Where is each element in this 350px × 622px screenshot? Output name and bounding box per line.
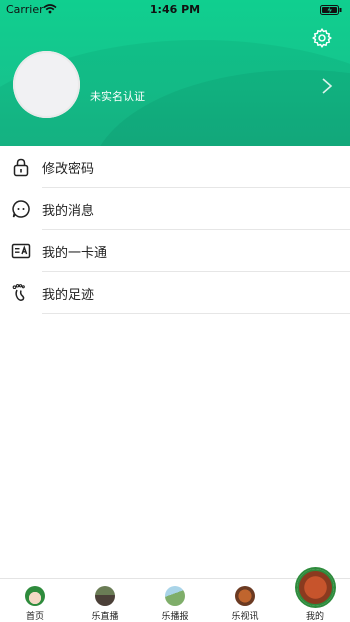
tab-video[interactable]: 乐视讯 bbox=[210, 579, 280, 622]
menu-item-label: 我的足迹 bbox=[42, 288, 95, 303]
tab-report[interactable]: 乐播报 bbox=[140, 579, 210, 622]
mine-tab-icon bbox=[297, 569, 334, 606]
menu-item-my-messages[interactable]: 我的消息 bbox=[0, 188, 350, 230]
message-icon bbox=[12, 200, 30, 218]
menu-item-label: 修改密码 bbox=[42, 162, 95, 177]
status-bar: Carrier 1:46 PM bbox=[0, 0, 350, 20]
tab-label: 我的 bbox=[305, 612, 324, 622]
battery-icon bbox=[320, 5, 342, 15]
tab-label: 乐播报 bbox=[161, 612, 189, 622]
menu-item-change-password[interactable]: 修改密码 bbox=[0, 146, 350, 188]
tab-mine[interactable]: 我的 bbox=[280, 569, 350, 622]
tab-label: 乐视讯 bbox=[231, 612, 259, 622]
bottom-tab-bar: 首页 乐直播 乐播报 乐视讯 我的 bbox=[0, 569, 350, 622]
live-tab-icon bbox=[95, 586, 115, 606]
chevron-right-icon[interactable] bbox=[320, 77, 334, 95]
menu-item-label: 我的消息 bbox=[42, 204, 95, 219]
video-tab-icon bbox=[235, 586, 255, 606]
profile-header: Carrier 1:46 PM 未实名认证 bbox=[0, 0, 350, 146]
lock-icon bbox=[13, 158, 29, 177]
menu-item-my-card[interactable]: 我的一卡通 bbox=[0, 230, 350, 272]
card-icon bbox=[11, 243, 31, 259]
tab-live[interactable]: 乐直播 bbox=[70, 579, 140, 622]
settings-menu: 修改密码 我的消息 我的一卡通 我的足迹 bbox=[0, 146, 350, 314]
home-tab-icon bbox=[25, 586, 45, 606]
verification-status[interactable]: 未实名认证 bbox=[90, 88, 145, 104]
footprint-icon bbox=[12, 284, 25, 301]
clock: 1:46 PM bbox=[149, 3, 201, 16]
report-tab-icon bbox=[165, 586, 185, 606]
settings-gear-icon[interactable] bbox=[311, 27, 333, 49]
tab-label: 首页 bbox=[25, 612, 44, 622]
avatar[interactable] bbox=[13, 51, 80, 118]
menu-item-label: 我的一卡通 bbox=[42, 246, 108, 261]
tab-label: 乐直播 bbox=[91, 612, 119, 622]
tab-home[interactable]: 首页 bbox=[0, 579, 70, 622]
divider bbox=[42, 313, 350, 314]
menu-item-my-footprints[interactable]: 我的足迹 bbox=[0, 272, 350, 314]
